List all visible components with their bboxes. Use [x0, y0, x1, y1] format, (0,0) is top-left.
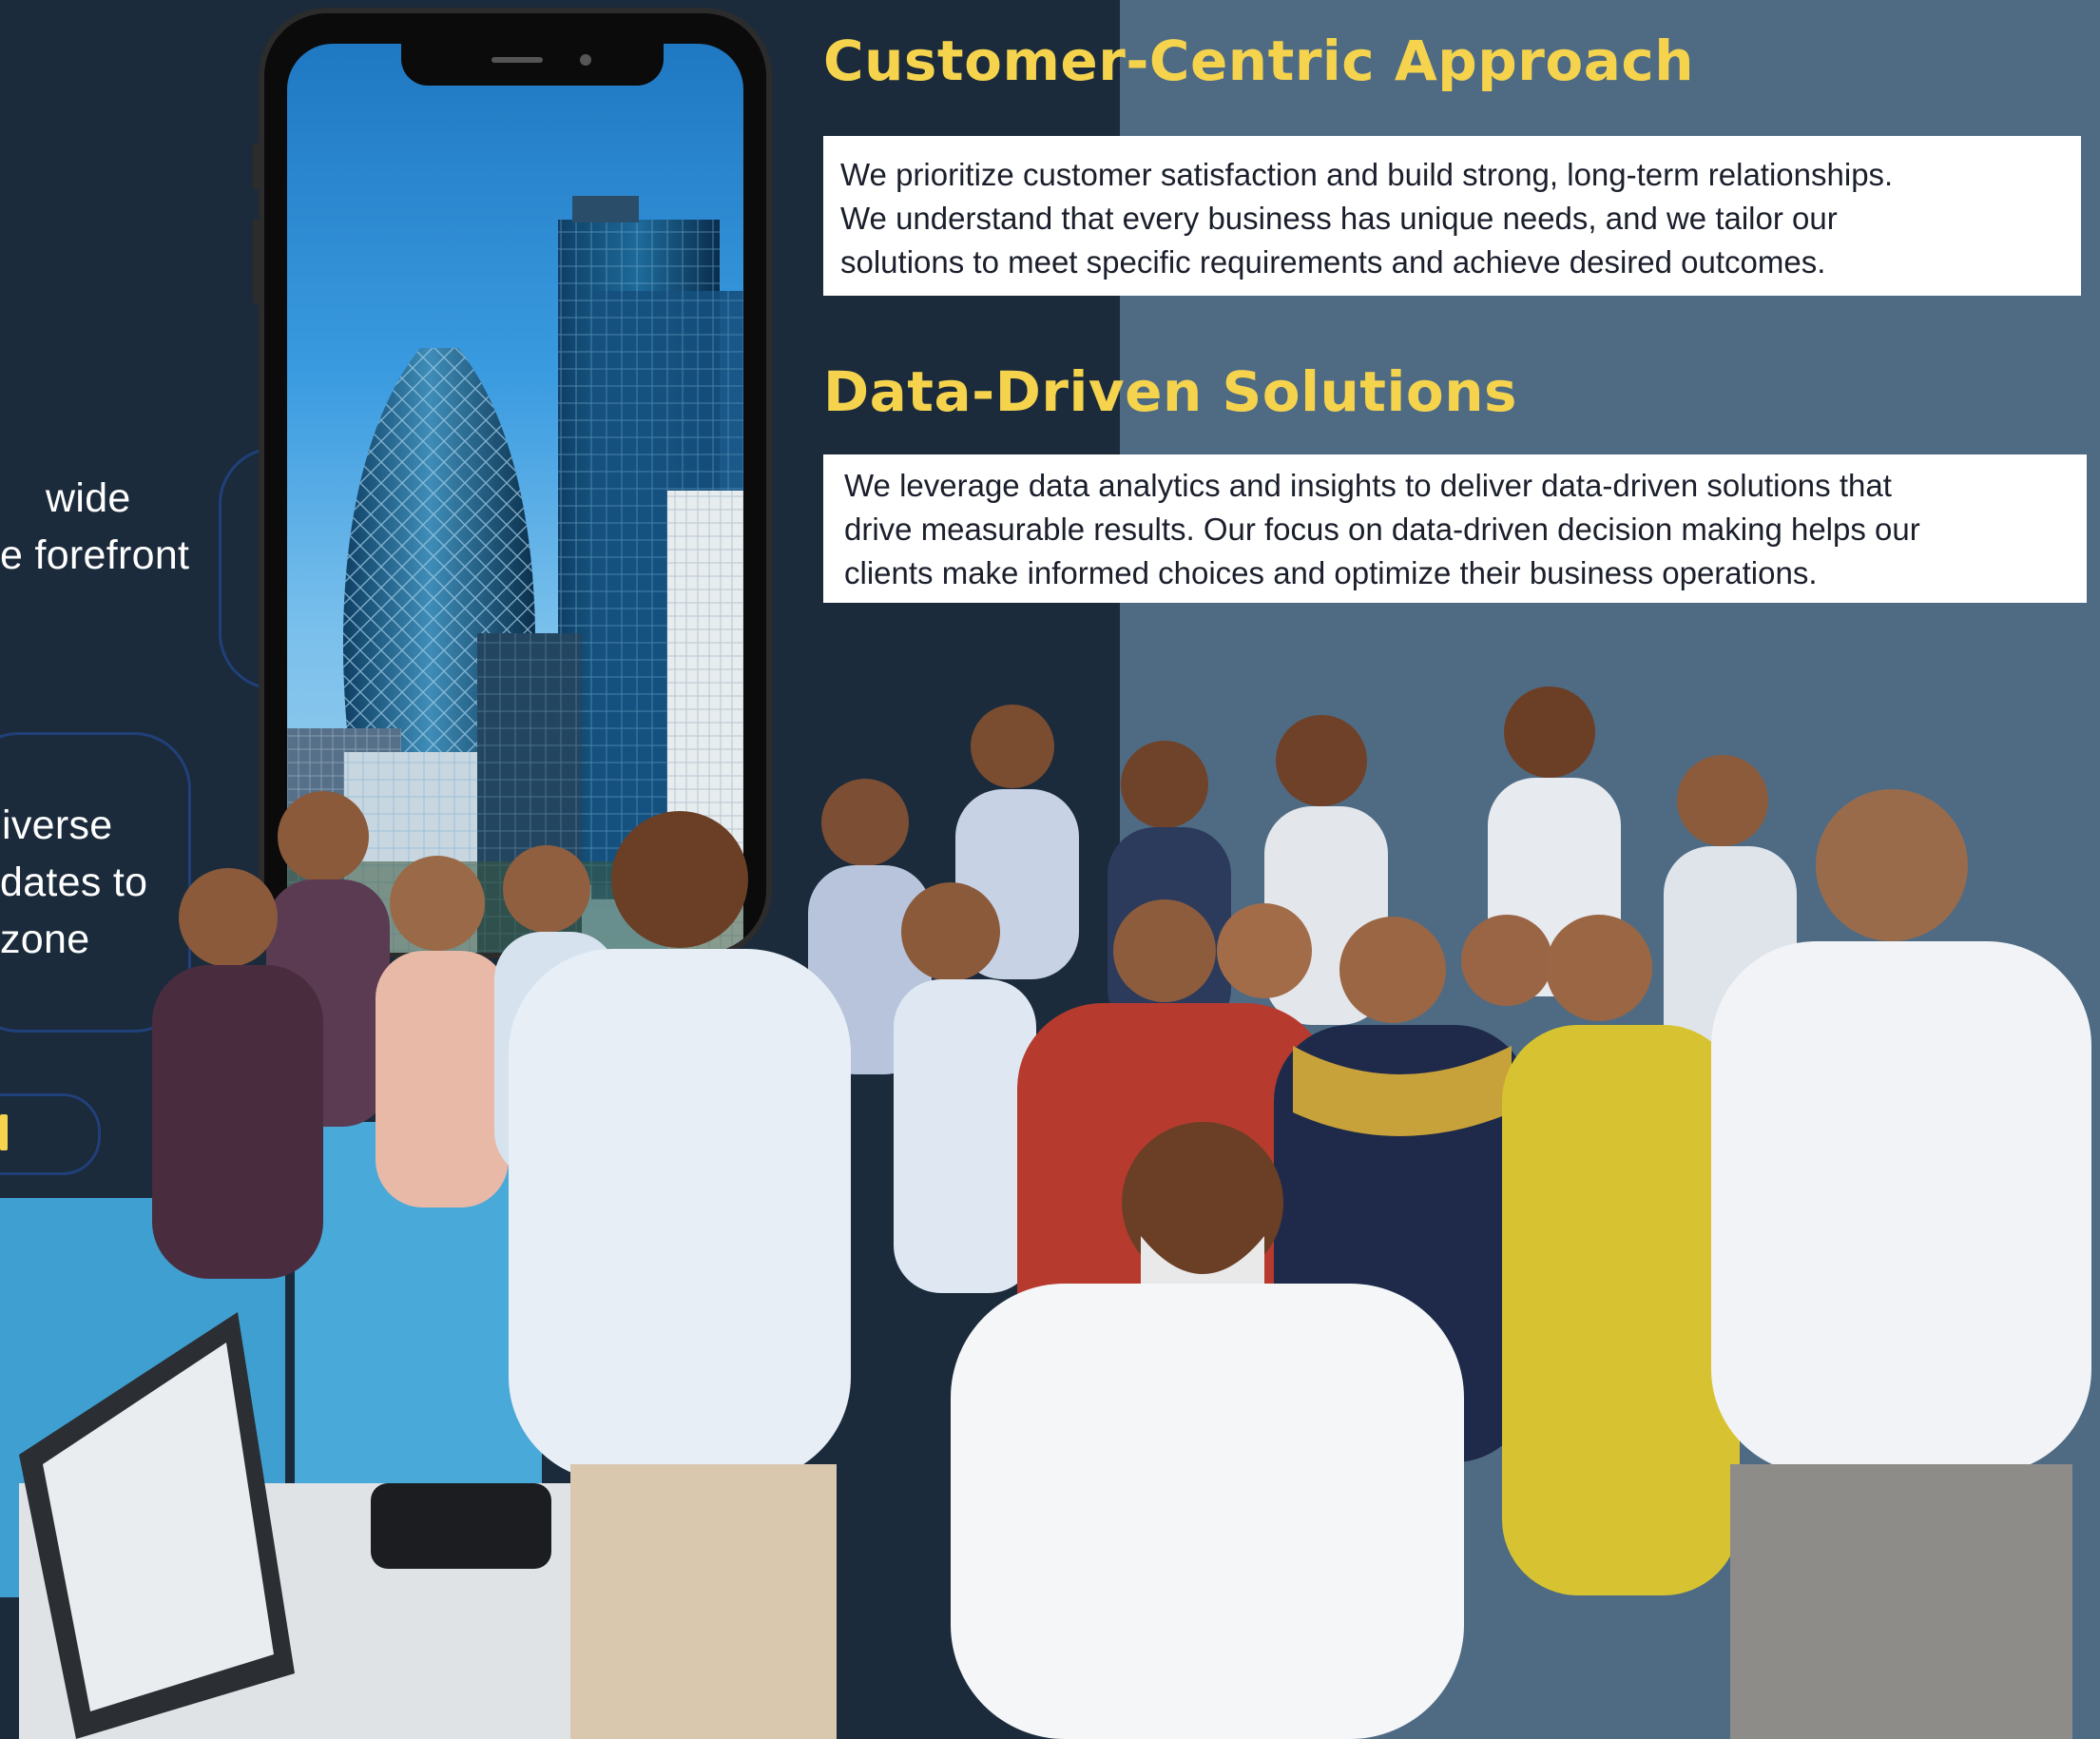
- section-textbox-customer-centric: We prioritize customer satisfaction and …: [823, 136, 2081, 296]
- team-group-photo: [0, 686, 2091, 1739]
- left-text-line: wide: [46, 475, 131, 521]
- section-heading-customer-centric: Customer-Centric Approach: [823, 29, 1695, 93]
- desk-phone-icon: [371, 1483, 551, 1569]
- body-text-line: clients make informed choices and optimi…: [844, 555, 1818, 590]
- phone-speaker: [491, 57, 543, 63]
- phone-camera: [580, 54, 591, 66]
- left-text-block-1: wide e forefront: [0, 470, 189, 584]
- body-text-line: We prioritize customer satisfaction and …: [840, 157, 1894, 192]
- left-text-line: e forefront: [0, 532, 190, 578]
- body-text-line: We leverage data analytics and insights …: [844, 468, 1892, 503]
- body-text-line: drive measurable results. Our focus on d…: [844, 512, 1920, 547]
- body-text-line: We understand that every business has un…: [840, 201, 1838, 236]
- body-text-line: solutions to meet specific requirements …: [840, 244, 1826, 280]
- phone-notch: [401, 44, 664, 86]
- section-textbox-data-driven: We leverage data analytics and insights …: [823, 454, 2087, 603]
- section-heading-data-driven: Data-Driven Solutions: [823, 359, 1518, 424]
